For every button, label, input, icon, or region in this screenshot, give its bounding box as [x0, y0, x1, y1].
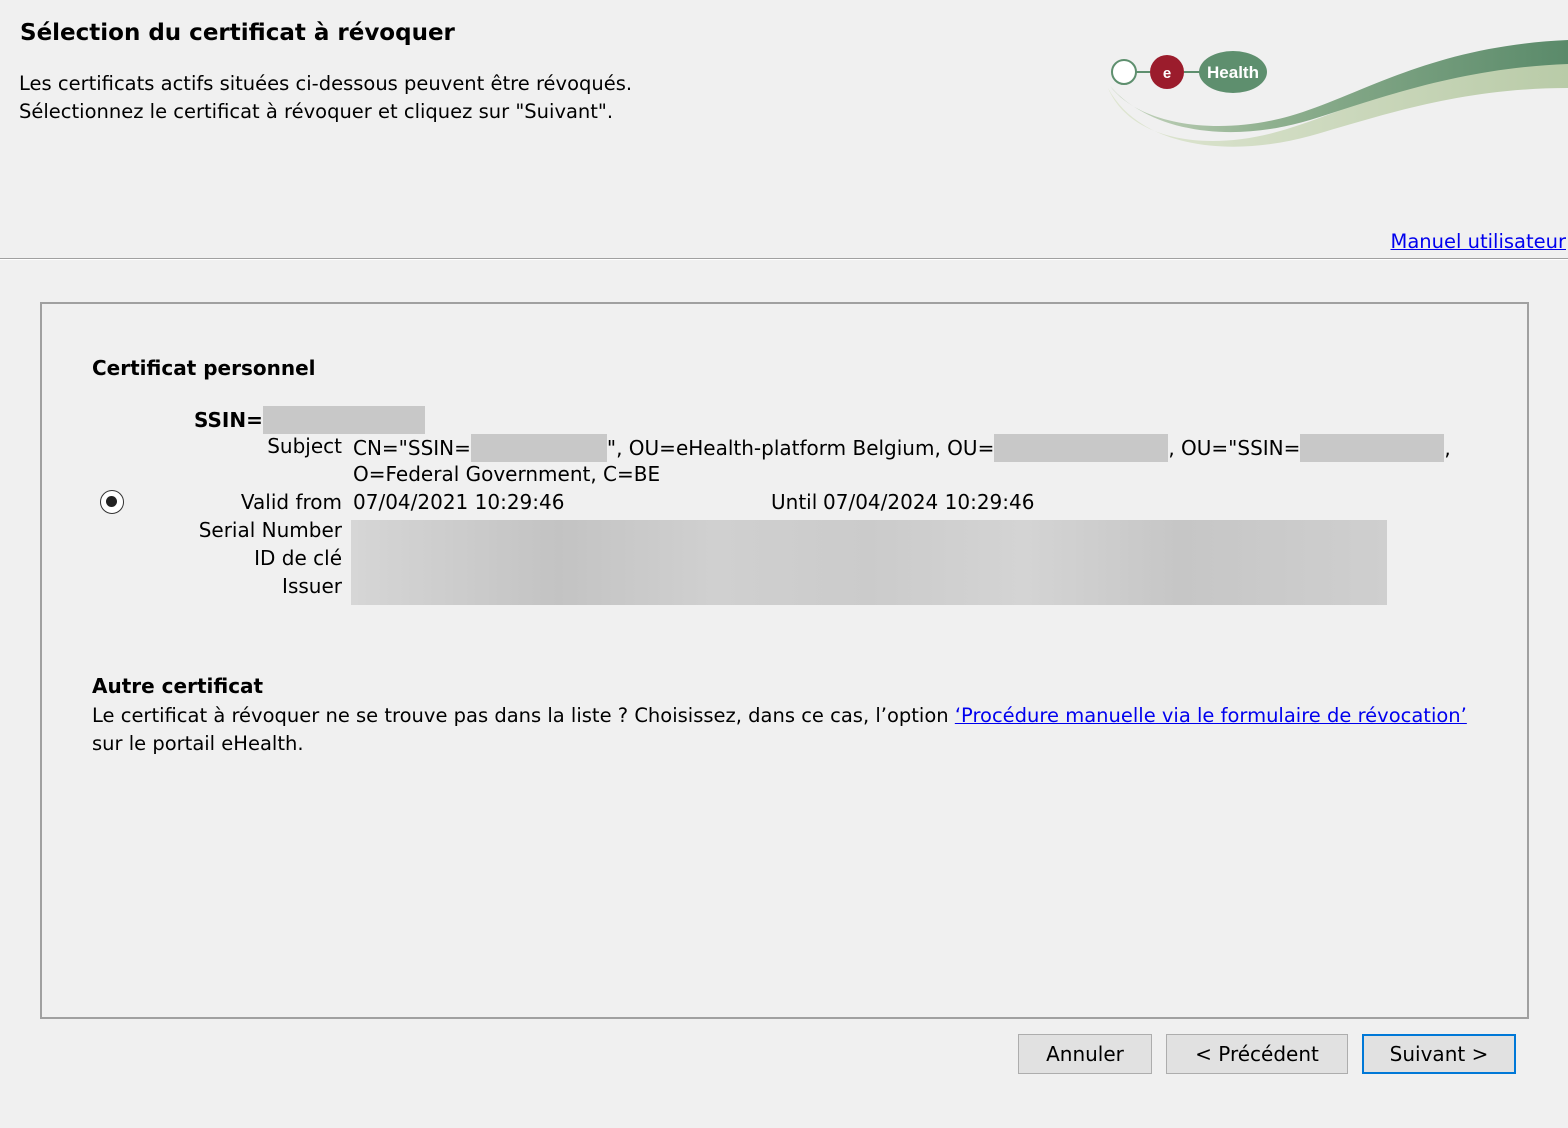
until-label: Until	[771, 490, 818, 514]
key-id-label: ID de clé	[254, 546, 342, 570]
user-manual-link[interactable]: Manuel utilisateur	[1391, 230, 1567, 253]
cancel-button[interactable]: Annuler	[1018, 1034, 1152, 1074]
personal-certificate-title: Certificat personnel	[92, 356, 316, 380]
subject-value: CN="SSIN= ", OU=eHealth-platform Belgium,…	[353, 434, 1451, 462]
description-line-2: Sélectionnez le certificat à révoquer et…	[19, 100, 614, 123]
wizard-header: Sélection du certificat à révoquer Les c…	[0, 0, 1568, 260]
manual-revocation-link[interactable]: ‘Procédure manuelle via le formulaire de…	[955, 704, 1467, 727]
issuer-label: Issuer	[282, 574, 342, 598]
certificate-panel: Certificat personnel SSIN= Subject CN="S…	[40, 302, 1529, 1019]
page-title: Sélection du certificat à révoquer	[20, 20, 455, 46]
subject-label: Subject	[267, 434, 342, 458]
svg-text:e: e	[1163, 65, 1171, 82]
certificate-name: SSIN=	[194, 406, 425, 434]
redacted-subject-cn	[470, 434, 607, 462]
ehealth-logo: e Health	[1108, 40, 1568, 147]
other-certificate-title: Autre certificat	[92, 674, 264, 698]
until-value: 07/04/2024 10:29:46	[823, 490, 1035, 514]
description-line-1: Les certificats actifs situées ci-dessou…	[19, 72, 633, 95]
subject-value-line-2: O=Federal Government, C=BE	[353, 462, 661, 486]
valid-from-value: 07/04/2021 10:29:46	[353, 490, 565, 514]
header-separator	[0, 258, 1568, 260]
certificate-radio[interactable]	[100, 490, 124, 514]
redacted-subject-ssin	[1300, 434, 1445, 462]
page-description: Les certificats actifs situées ci-dessou…	[19, 70, 632, 126]
redacted-subject-ou	[994, 434, 1169, 462]
next-button[interactable]: Suivant >	[1362, 1034, 1516, 1074]
previous-button[interactable]: < Précédent	[1166, 1034, 1348, 1074]
svg-text:Health: Health	[1207, 63, 1259, 82]
valid-from-label: Valid from	[240, 490, 342, 514]
redacted-certificate-details	[351, 520, 1387, 605]
other-certificate-text: Le certificat à révoquer ne se trouve pa…	[92, 704, 1467, 755]
redacted-ssin	[262, 406, 425, 434]
serial-number-label: Serial Number	[198, 518, 342, 542]
